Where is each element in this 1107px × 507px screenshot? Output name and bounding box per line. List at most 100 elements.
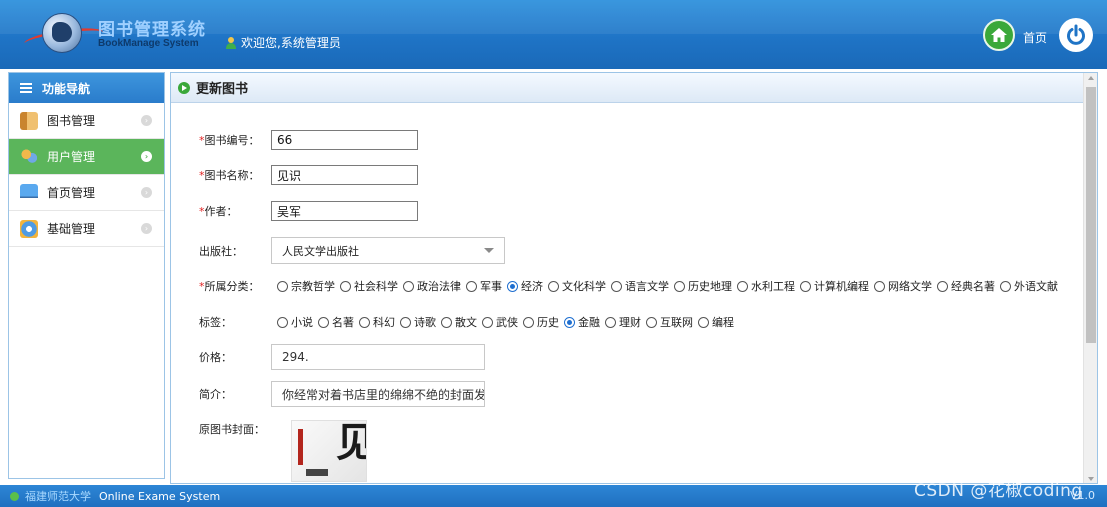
tag-option[interactable]: 小说 xyxy=(277,314,313,330)
category-option[interactable]: 社会科学 xyxy=(340,278,398,294)
radio-button[interactable] xyxy=(564,316,575,328)
publisher-select[interactable]: 人民文学出版社 xyxy=(271,237,505,264)
footer-system-name: Online Exame System xyxy=(99,489,221,503)
radio-button[interactable] xyxy=(400,316,411,328)
radio-button[interactable] xyxy=(441,316,452,328)
sidebar-item-book-management[interactable]: 图书管理 › xyxy=(9,103,164,139)
radio-button[interactable] xyxy=(874,280,885,292)
logo-globe-icon xyxy=(42,13,82,53)
radio-button[interactable] xyxy=(737,280,748,292)
scroll-down-arrow-icon[interactable] xyxy=(1088,477,1094,481)
category-option-label: 经济 xyxy=(521,280,543,293)
tags-label: 标签： xyxy=(199,316,232,329)
sidebar-item-home-management[interactable]: 首页管理 › xyxy=(9,175,164,211)
tag-option[interactable]: 诗歌 xyxy=(400,314,436,330)
intro-row: 简介： 你经常对着书店里的绵绵不绝的封面发 xyxy=(199,381,485,407)
tag-option[interactable]: 散文 xyxy=(441,314,477,330)
logout-button[interactable] xyxy=(1059,18,1093,52)
gear-icon xyxy=(20,219,38,238)
tag-option[interactable]: 理财 xyxy=(605,314,641,330)
radio-button[interactable] xyxy=(507,280,518,292)
radio-button[interactable] xyxy=(403,280,414,292)
author-input[interactable]: 吴军 xyxy=(271,201,418,221)
category-option[interactable]: 经济 xyxy=(507,278,543,294)
category-option[interactable]: 宗教哲学 xyxy=(277,278,335,294)
tag-option[interactable]: 金融 xyxy=(564,314,600,330)
tag-option[interactable]: 名著 xyxy=(318,314,354,330)
tag-option-label: 诗歌 xyxy=(414,316,436,329)
dropdown-caret-icon xyxy=(484,248,494,253)
category-option-label: 语言文学 xyxy=(625,280,669,293)
radio-button[interactable] xyxy=(318,316,329,328)
intro-input[interactable]: 你经常对着书店里的绵绵不绝的封面发 xyxy=(271,381,485,407)
category-option[interactable]: 政治法律 xyxy=(403,278,461,294)
footer-school: 福建师范大学 xyxy=(25,490,91,503)
category-option-label: 水利工程 xyxy=(751,280,795,293)
radio-button[interactable] xyxy=(674,280,685,292)
scroll-up-arrow-icon[interactable] xyxy=(1088,76,1094,80)
radio-button[interactable] xyxy=(466,280,477,292)
radio-button[interactable] xyxy=(548,280,559,292)
radio-button[interactable] xyxy=(937,280,948,292)
panel-title: 更新图书 xyxy=(196,82,249,97)
sidebar-item-label: 图书管理 xyxy=(47,114,96,128)
menu-icon xyxy=(20,83,32,93)
category-option[interactable]: 外语文献 xyxy=(1000,278,1058,294)
radio-button[interactable] xyxy=(482,316,493,328)
category-option-label: 计算机编程 xyxy=(814,280,869,293)
sidebar-item-basic-management[interactable]: 基础管理 › xyxy=(9,211,164,247)
category-option[interactable]: 语言文学 xyxy=(611,278,669,294)
tag-option-label: 科幻 xyxy=(373,316,395,329)
price-row: 价格： 294. xyxy=(199,344,485,370)
tag-option[interactable]: 历史 xyxy=(523,314,559,330)
app-subtitle: BookManage System xyxy=(98,38,199,49)
home-link[interactable]: 首页 xyxy=(1023,29,1047,46)
sidebar-item-user-management[interactable]: 用户管理 › xyxy=(9,139,164,175)
vertical-scrollbar[interactable] xyxy=(1083,73,1097,483)
radio-button[interactable] xyxy=(359,316,370,328)
radio-button[interactable] xyxy=(277,280,288,292)
radio-button[interactable] xyxy=(340,280,351,292)
radio-button[interactable] xyxy=(698,316,709,328)
user-icon xyxy=(226,36,236,49)
radio-button[interactable] xyxy=(277,316,288,328)
category-option[interactable]: 网络文学 xyxy=(874,278,932,294)
category-option[interactable]: 军事 xyxy=(466,278,502,294)
monitor-icon xyxy=(20,183,38,202)
book-id-input[interactable]: 66 xyxy=(271,130,418,150)
scroll-thumb[interactable] xyxy=(1086,87,1096,343)
category-option-label: 政治法律 xyxy=(417,280,461,293)
tag-option[interactable]: 编程 xyxy=(698,314,734,330)
tag-option-label: 编程 xyxy=(712,316,734,329)
radio-button[interactable] xyxy=(611,280,622,292)
welcome-text: 欢迎您,系统管理员 xyxy=(241,36,341,50)
book-name-input[interactable]: 见识 xyxy=(271,165,418,185)
category-option-label: 宗教哲学 xyxy=(291,280,335,293)
category-option-label: 历史地理 xyxy=(688,280,732,293)
category-option[interactable]: 经典名著 xyxy=(937,278,995,294)
tag-option-label: 互联网 xyxy=(660,316,693,329)
tag-option[interactable]: 武侠 xyxy=(482,314,518,330)
category-option[interactable]: 历史地理 xyxy=(674,278,732,294)
sidebar-header: 功能导航 xyxy=(9,73,164,103)
radio-button[interactable] xyxy=(523,316,534,328)
radio-button[interactable] xyxy=(646,316,657,328)
tag-option-label: 小说 xyxy=(291,316,313,329)
category-option[interactable]: 计算机编程 xyxy=(800,278,869,294)
category-option-label: 文化科学 xyxy=(562,280,606,293)
header-bar: 图书管理系统 BookManage System 欢迎您,系统管理员 首页 xyxy=(0,0,1107,69)
sidebar-item-label: 首页管理 xyxy=(47,186,96,200)
category-option[interactable]: 文化科学 xyxy=(548,278,606,294)
radio-button[interactable] xyxy=(1000,280,1011,292)
radio-button[interactable] xyxy=(800,280,811,292)
tag-option-label: 武侠 xyxy=(496,316,518,329)
price-input[interactable]: 294. xyxy=(271,344,485,370)
tag-option[interactable]: 互联网 xyxy=(646,314,693,330)
home-button[interactable] xyxy=(983,19,1015,51)
category-option[interactable]: 水利工程 xyxy=(737,278,795,294)
tag-option-label: 散文 xyxy=(455,316,477,329)
publisher-selected-value: 人民文学出版社 xyxy=(282,244,359,258)
radio-button[interactable] xyxy=(605,316,616,328)
chevron-right-icon: › xyxy=(141,223,152,234)
tag-option[interactable]: 科幻 xyxy=(359,314,395,330)
